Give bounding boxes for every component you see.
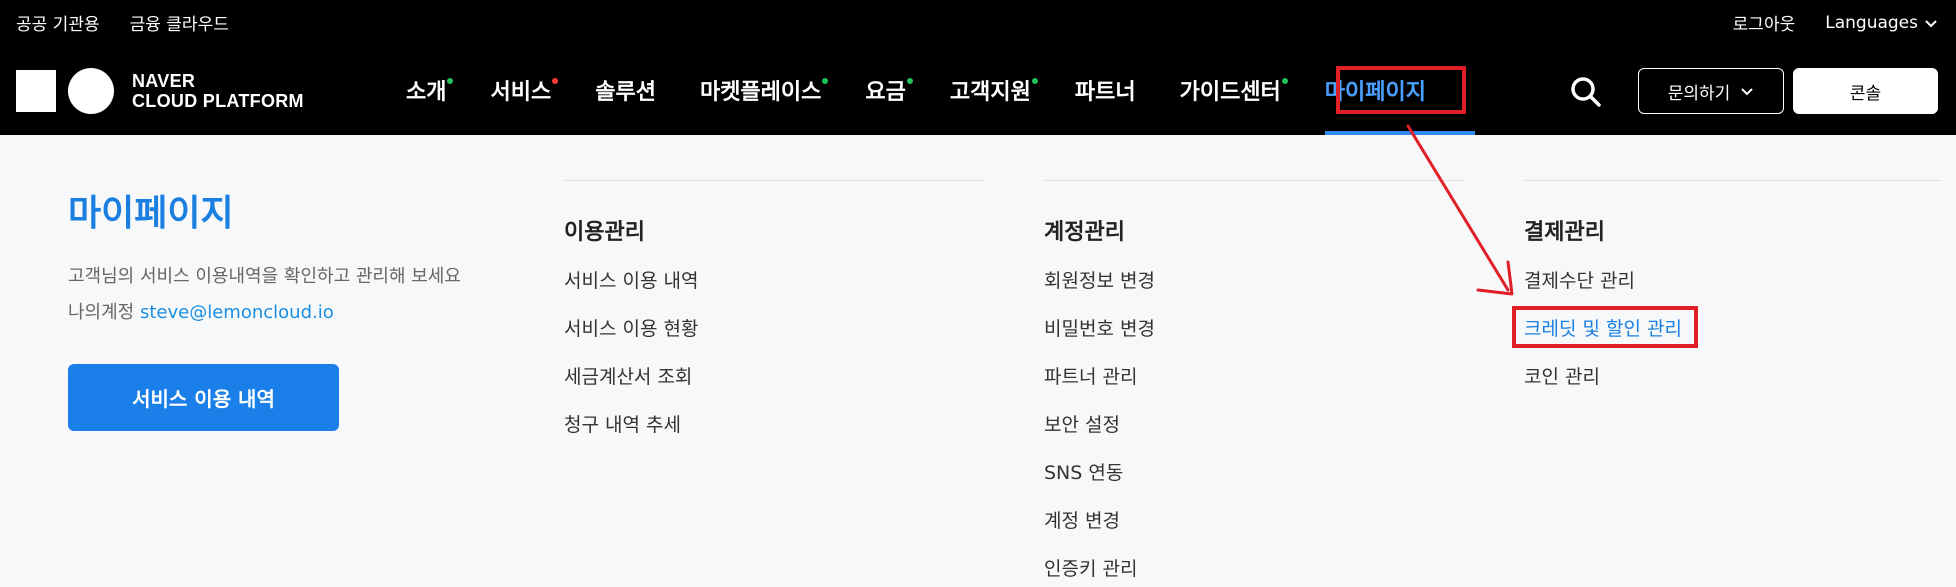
logo-square-mark bbox=[16, 70, 56, 112]
menu-item-tax-invoice[interactable]: 세금계산서 조회 bbox=[564, 362, 692, 389]
column-heading: 계정관리 bbox=[1044, 220, 1125, 245]
nav-badge-dot bbox=[1281, 78, 1288, 84]
chevron-down-icon bbox=[1925, 19, 1937, 27]
global-header: 공공 기관용 금융 클라우드 로그아웃 Languages NAVER CLOU… bbox=[0, 0, 1956, 135]
nav-item-solutions[interactable]: 솔루션 bbox=[595, 74, 656, 106]
inquiry-dropdown-button[interactable]: 문의하기 bbox=[1638, 68, 1784, 114]
mypage-title: 마이페이지 bbox=[68, 193, 234, 234]
menu-item-account-change[interactable]: 계정 변경 bbox=[1044, 506, 1120, 533]
logout-link[interactable]: 로그아웃 bbox=[1733, 10, 1796, 35]
search-icon bbox=[1571, 77, 1601, 107]
my-account-line: 나의계정 steve@lemoncloud.io bbox=[68, 298, 334, 324]
column-heading: 결제관리 bbox=[1524, 220, 1605, 245]
menu-item-auth-key[interactable]: 인증키 관리 bbox=[1044, 554, 1137, 581]
nav-badge-dot bbox=[906, 78, 913, 84]
console-button[interactable]: 콘솔 bbox=[1793, 68, 1938, 114]
logo-wordmark: NAVER CLOUD PLATFORM bbox=[132, 71, 304, 111]
menu-item-coin[interactable]: 코인 관리 bbox=[1524, 362, 1600, 389]
nav-item-support[interactable]: 고객지원 bbox=[950, 74, 1038, 106]
menu-item-member-info[interactable]: 회원정보 변경 bbox=[1044, 266, 1155, 293]
nav-badge-dot bbox=[1031, 78, 1038, 84]
menu-item-service-usage-status[interactable]: 서비스 이용 현황 bbox=[564, 314, 698, 341]
menu-item-service-usage-history[interactable]: 서비스 이용 내역 bbox=[564, 266, 698, 293]
mypage-description: 고객님의 서비스 이용내역을 확인하고 관리해 보세요 bbox=[68, 266, 461, 287]
nav-item-intro[interactable]: 소개 bbox=[406, 74, 454, 106]
active-nav-underline bbox=[1325, 131, 1475, 135]
column-divider bbox=[1044, 180, 1464, 181]
logo-circle-mark bbox=[68, 68, 114, 114]
menu-item-partner-management[interactable]: 파트너 관리 bbox=[1044, 362, 1137, 389]
menu-item-payment-method[interactable]: 결제수단 관리 bbox=[1524, 266, 1635, 293]
nav-badge-dot bbox=[447, 78, 454, 84]
util-link-public[interactable]: 공공 기관용 bbox=[16, 10, 100, 35]
menu-item-sns-link[interactable]: SNS 연동 bbox=[1044, 458, 1123, 485]
column-heading: 이용관리 bbox=[564, 220, 645, 245]
search-button[interactable] bbox=[1568, 74, 1604, 110]
annotation-box-mypage bbox=[1336, 66, 1466, 114]
column-divider bbox=[1524, 180, 1942, 181]
main-nav: 소개 서비스 솔루션 마켓플레이스 요금 고객지원 파트너 가이드센터 마이페이… bbox=[406, 72, 1426, 108]
nav-badge-dot bbox=[822, 78, 829, 84]
languages-dropdown[interactable]: Languages bbox=[1825, 13, 1938, 33]
account-label: 나의계정 bbox=[68, 302, 135, 323]
languages-label: Languages bbox=[1825, 12, 1918, 33]
menu-item-security-settings[interactable]: 보안 설정 bbox=[1044, 410, 1120, 437]
nav-item-services[interactable]: 서비스 bbox=[490, 74, 559, 106]
utility-right: 로그아웃 Languages bbox=[1733, 10, 1938, 35]
nav-item-pricing[interactable]: 요금 bbox=[865, 74, 913, 106]
nav-item-guide-center[interactable]: 가이드센터 bbox=[1180, 74, 1288, 106]
nav-badge-dot bbox=[552, 78, 559, 84]
account-email: steve@lemoncloud.io bbox=[139, 302, 334, 323]
util-link-finance[interactable]: 금융 클라우드 bbox=[130, 10, 229, 35]
chevron-down-icon bbox=[1741, 88, 1753, 96]
nav-item-marketplace[interactable]: 마켓플레이스 bbox=[700, 74, 829, 106]
nav-item-partner[interactable]: 파트너 bbox=[1075, 74, 1136, 106]
menu-item-password[interactable]: 비밀번호 변경 bbox=[1044, 314, 1155, 341]
service-usage-button[interactable]: 서비스 이용 내역 bbox=[68, 364, 339, 431]
inquiry-label: 문의하기 bbox=[1667, 83, 1731, 104]
column-divider bbox=[564, 180, 984, 181]
menu-item-billing-trend[interactable]: 청구 내역 추세 bbox=[564, 410, 681, 437]
utility-left: 공공 기관용 금융 클라우드 bbox=[16, 10, 229, 35]
naver-cloud-logo[interactable]: NAVER CLOUD PLATFORM bbox=[16, 68, 304, 114]
annotation-box-credit bbox=[1512, 306, 1698, 348]
